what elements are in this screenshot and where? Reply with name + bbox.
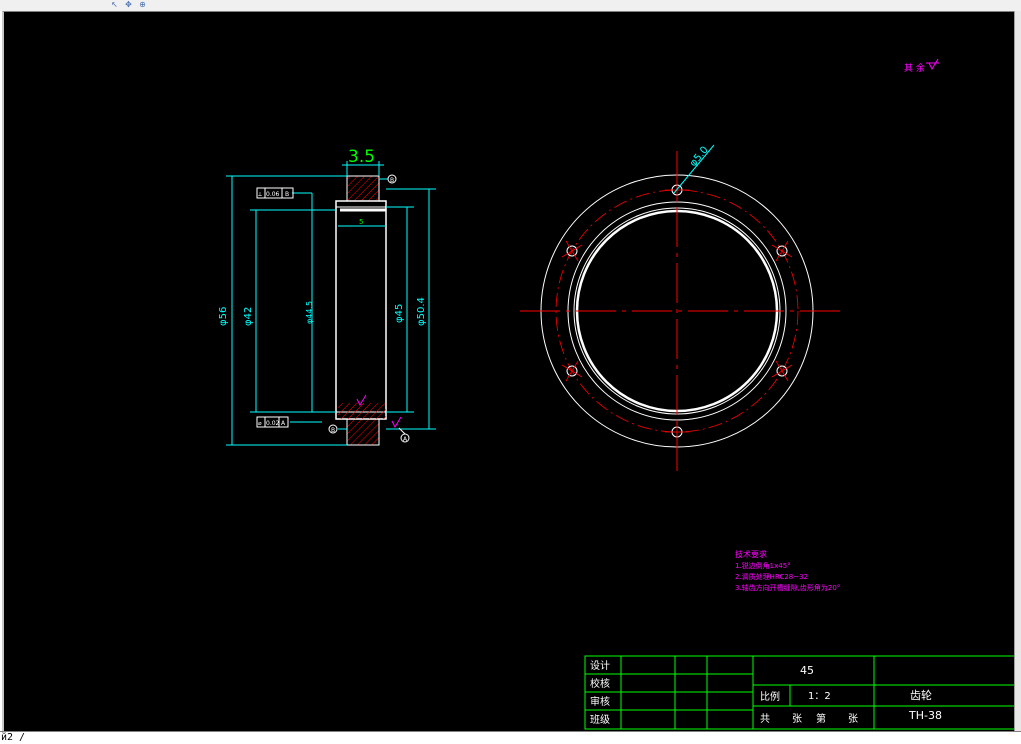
- svg-text:B: B: [331, 427, 335, 434]
- row-label: 审核: [590, 695, 610, 708]
- dim-outer-d: φ56: [218, 307, 229, 326]
- datum-b-top: B: [387, 174, 397, 184]
- section-dimension-lines: [226, 161, 436, 446]
- zoom-icon[interactable]: ⊕: [138, 0, 147, 9]
- command-line[interactable]: й2 /: [0, 731, 1021, 744]
- material: 45: [800, 664, 814, 677]
- svg-text:0.02: 0.02: [266, 420, 280, 427]
- tech-req-item: 3.轴齿方向开槽缝隙,齿形角为20°: [735, 583, 840, 592]
- tolerance-frame-bottom: ⌀ 0.02 A: [256, 416, 289, 428]
- drawing-number: TH-38: [908, 709, 942, 722]
- datum-a: A: [398, 427, 410, 443]
- part-name: 齿轮: [910, 688, 932, 702]
- scale-value: 1：2: [808, 691, 831, 702]
- dim-hole-d: φ5.0: [688, 145, 711, 169]
- dim-mid-d: φ44.5: [305, 301, 314, 324]
- svg-text:⌀: ⌀: [258, 420, 262, 427]
- section-view: 3.5 5 φ56 φ42 φ44.5 φ45 φ50.4 ⟂ 0.06 B ⌀…: [218, 147, 436, 446]
- toolbar: ↖ ✥ ⊕: [0, 0, 1021, 11]
- svg-text:其 余: 其 余: [904, 62, 925, 74]
- tech-req-item: 1.锐边倒角1x45°: [735, 561, 791, 570]
- technical-requirements: 技术要求 1.锐边倒角1x45° 2.调质处理HRC28~32 3.轴齿方向开槽…: [735, 549, 840, 592]
- dim-seat-d: φ45: [394, 304, 405, 323]
- svg-text:张: 张: [792, 713, 802, 725]
- tolerance-frame-top: ⟂ 0.06 B: [256, 187, 294, 199]
- svg-text:0.06: 0.06: [266, 191, 280, 198]
- pan-icon[interactable]: ✥: [124, 0, 133, 9]
- drawing-canvas[interactable]: 3.5 5 φ56 φ42 φ44.5 φ45 φ50.4 ⟂ 0.06 B ⌀…: [2, 11, 1018, 732]
- svg-text:第: 第: [816, 712, 826, 725]
- dim-pitch-d: φ50.4: [416, 297, 427, 326]
- bottom-teeth-hatch: [346, 418, 380, 446]
- vertical-scrollbar[interactable]: [1014, 11, 1021, 731]
- svg-text:共: 共: [760, 713, 770, 725]
- svg-text:张: 张: [848, 713, 858, 725]
- svg-text:B: B: [285, 191, 289, 198]
- cursor-icon[interactable]: ↖: [110, 0, 119, 9]
- cad-drawing: 3.5 5 φ56 φ42 φ44.5 φ45 φ50.4 ⟂ 0.06 B ⌀…: [218, 58, 1018, 730]
- ring-body: [335, 200, 387, 420]
- row-label: 设计: [590, 659, 610, 672]
- svg-text:A: A: [403, 436, 408, 443]
- svg-text:B: B: [390, 177, 394, 184]
- dim-gear-width: 3.5: [348, 147, 375, 167]
- top-teeth-hatch: [346, 175, 380, 202]
- datum-b-bottom: B: [328, 424, 338, 434]
- row-label: 校核: [590, 677, 610, 690]
- lower-hatch: [338, 403, 386, 419]
- tech-req-item: 2.调质处理HRC28~32: [735, 572, 808, 581]
- tech-req-title: 技术要求: [735, 549, 767, 559]
- svg-text:⟂: ⟂: [258, 191, 262, 198]
- row-label: 班级: [590, 714, 610, 726]
- surface-finish-mark-b: [391, 416, 402, 429]
- front-view: φ5.0: [520, 145, 840, 471]
- dim-bore-d: φ42: [243, 307, 254, 326]
- surface-finish-note: 其 余: [904, 58, 939, 74]
- svg-text:A: A: [281, 420, 286, 427]
- scale-label: 比例: [760, 690, 780, 703]
- dim-groove-width: 5: [359, 218, 363, 226]
